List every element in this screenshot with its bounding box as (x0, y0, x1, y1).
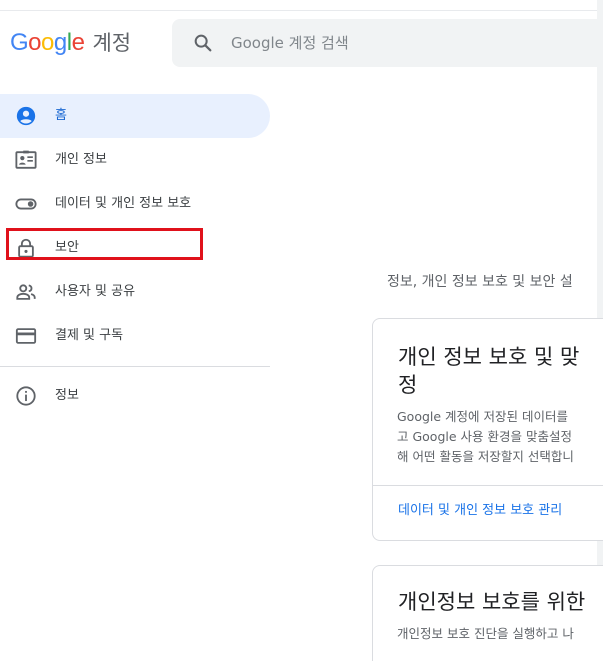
id-card-icon (15, 150, 37, 169)
sidebar-item-label: 홈 (55, 108, 67, 123)
top-divider (0, 10, 603, 11)
credit-card-icon (15, 328, 37, 344)
sidebar-item-label: 결제 및 구독 (55, 328, 124, 343)
card-description-line: 고 Google 사용 환경을 맞춤설정 (397, 429, 572, 444)
card-description-line: 개인정보 보호 진단을 실행하고 나 (397, 626, 574, 641)
page-intro-text: 정보, 개인 정보 보호 및 보안 설 (387, 274, 573, 290)
sidebar-item-home[interactable]: 홈 (0, 94, 270, 138)
search-icon[interactable] (192, 32, 214, 54)
sidebar-item-data-privacy[interactable]: 데이터 및 개인 정보 보호 (0, 182, 270, 226)
privacy-personalization-card[interactable]: 개인 정보 보호 및 맞 정 Google 계정에 저장된 데이터를 고 Goo… (372, 318, 603, 541)
sidebar-item-label: 사용자 및 공유 (55, 284, 136, 299)
account-circle-icon (16, 106, 36, 126)
product-name: 계정 (92, 31, 132, 55)
sidebar-item-payments[interactable]: 결제 및 구독 (0, 314, 270, 358)
sidebar-item-people-sharing[interactable]: 사용자 및 공유 (0, 270, 270, 314)
sidebar-item-label: 개인 정보 (55, 152, 107, 167)
sidebar-item-label: 정보 (55, 388, 79, 403)
card-divider (373, 485, 603, 486)
privacy-checkup-card[interactable]: 개인정보 보호를 위한 개인정보 보호 진단을 실행하고 나 (372, 565, 603, 661)
sidebar-item-label: 데이터 및 개인 정보 보호 (55, 196, 192, 211)
sidebar-divider (0, 366, 270, 367)
people-icon (16, 284, 36, 300)
account-search-bar[interactable]: Google 계정 검색 (172, 19, 603, 67)
sidebar-item-personal-info[interactable]: 개인 정보 (0, 138, 270, 182)
card-title: 개인 정보 보호 및 맞 (398, 345, 580, 369)
card-description-line: 해 어떤 활동을 저장할지 선택합니 (397, 449, 574, 464)
card-title-continued: 정 (398, 373, 418, 397)
sidebar-item-about[interactable]: 정보 (0, 374, 270, 418)
security-highlight-box (6, 228, 203, 260)
card-title: 개인정보 보호를 위한 (398, 590, 586, 614)
google-account-page: G o o g l e 계정 Google 계정 검색 홈 개인 정보 데이터 … (0, 0, 603, 661)
card-description-line: Google 계정에 저장된 데이터를 (397, 409, 569, 424)
manage-data-privacy-link[interactable]: 데이터 및 개인 정보 보호 관리 (398, 502, 562, 520)
info-icon (16, 386, 36, 406)
logo-letter-2: o (28, 29, 42, 56)
logo-letter-3: o (41, 29, 54, 56)
logo-letter-4: g (53, 29, 67, 56)
google-account-logo[interactable]: G o o g l e 계정 (10, 28, 131, 58)
toggle-icon (15, 198, 37, 210)
logo-letter-1: G (10, 29, 29, 56)
search-input[interactable]: Google 계정 검색 (231, 33, 349, 53)
logo-letter-6: e (71, 29, 85, 56)
